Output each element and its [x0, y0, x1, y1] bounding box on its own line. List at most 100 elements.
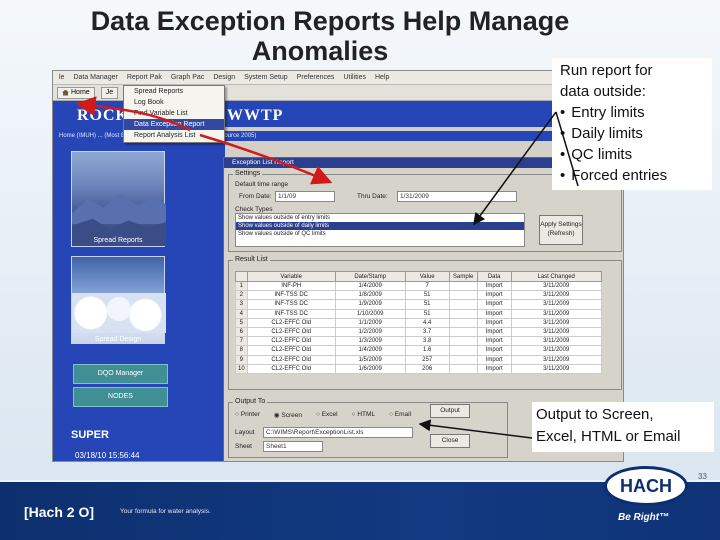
table-cell — [448, 280, 478, 292]
from-date-label: From Date: — [239, 193, 272, 200]
from-date-field[interactable]: 1/1/09 — [275, 191, 335, 202]
table-cell: 7 — [235, 336, 248, 347]
table-cell: 1/4/2009 — [334, 280, 406, 292]
table-row[interactable]: 5 CL2-EFFC Old 1/1/2009 4.4 Import 3/11/2009 — [235, 317, 602, 328]
check-types-label: Check Types — [235, 206, 273, 213]
table-cell: CL2-EFFC Old — [246, 354, 336, 365]
table-cell — [448, 290, 478, 301]
table-row[interactable]: 9 CL2-EFFC Old 1/5/2009 257 Import 3/11/2009 — [235, 354, 602, 365]
menu-item-data-manager[interactable]: Data Manager — [73, 74, 117, 81]
table-row[interactable]: 4 INF-TSS DC 1/10/2009 51 Import 3/11/2009 — [235, 308, 602, 319]
table-cell: 4.4 — [404, 317, 450, 328]
menu-item-file[interactable]: le — [59, 74, 64, 81]
menu-item-report-pak[interactable]: Report Pak — [127, 74, 162, 81]
table-cell: 1/5/2009 — [334, 354, 406, 365]
column-header[interactable]: Variable — [246, 271, 336, 282]
table-cell: 3/11/2009 — [510, 290, 602, 301]
table-cell: 206 — [404, 363, 450, 374]
menu-item-system-setup[interactable]: System Setup — [244, 74, 288, 81]
output-to-label: Output To — [233, 398, 268, 405]
table-row[interactable]: 6 CL2-EFFC Old 1/2/2009 3.7 Import 3/11/2009 — [235, 326, 602, 338]
table-cell: 3 — [235, 299, 248, 310]
spread-design-image[interactable] — [71, 256, 166, 344]
table-row[interactable]: 2 INF-TSS DC 1/8/2009 51 Import 3/11/2009 — [235, 290, 602, 301]
column-header[interactable] — [235, 271, 248, 282]
output-option-printer[interactable]: ○ Printer — [235, 411, 260, 419]
output-option-screen[interactable]: ◉ Screen — [274, 411, 302, 419]
be-right-slogan: Be Right™ — [618, 512, 670, 523]
thru-date-field[interactable]: 1/31/2009 — [397, 191, 517, 202]
menu-item-utilities[interactable]: Utilities — [343, 74, 366, 81]
table-row[interactable]: 8 CL2-EFFC Old 1/4/2009 1.6 Import 3/11/2009 — [235, 345, 602, 356]
list-item-forced-entries: Forced entries — [560, 165, 712, 186]
table-row[interactable]: 3 INF-TSS DC 1/9/2009 51 Import 3/11/2009 — [235, 299, 602, 310]
table-cell: 1/10/2009 — [334, 308, 406, 319]
menu-item-design[interactable]: Design — [213, 74, 235, 81]
table-cell: INF-TSS DC — [246, 299, 336, 310]
check-item-daily-limits[interactable]: Show values outside of daily limits — [236, 222, 524, 230]
table-cell: 3/11/2009 — [510, 308, 602, 319]
table-row[interactable]: 1 INF-PH 1/4/2009 7 Import 3/11/2009 — [235, 280, 602, 292]
output-option-html[interactable]: ○ HTML — [352, 411, 375, 419]
spread-reports-caption[interactable]: Spread Reports — [71, 237, 165, 244]
dropdown-item-find-variable-list[interactable]: Find Variable List — [124, 108, 224, 119]
table-row[interactable]: 10 CL2-EFFC Old 1/6/2009 206 Import 3/11/2009 — [235, 363, 602, 374]
column-header[interactable]: Data — [476, 271, 512, 282]
home-label: Home — [71, 89, 90, 96]
output-button[interactable]: Output — [430, 404, 470, 418]
column-header[interactable]: Last Changed — [510, 271, 602, 282]
layout-field[interactable]: C:\WIMS\Report\ExceptionList.xls — [263, 427, 413, 438]
table-cell: 3/11/2009 — [510, 336, 602, 347]
sheet-label: Sheet — [235, 443, 252, 450]
table-cell: Import — [476, 308, 512, 319]
column-header[interactable]: Value — [404, 271, 450, 282]
dropdown-item-log-book[interactable]: Log Book — [124, 97, 224, 108]
mountain-back — [72, 193, 166, 224]
menu-item-help[interactable]: Help — [375, 74, 389, 81]
table-cell: Import — [476, 345, 512, 356]
spread-design-caption[interactable]: Spread Design — [71, 336, 165, 343]
home-button[interactable]: Home — [57, 86, 95, 99]
table-cell: 3/11/2009 — [510, 354, 602, 365]
spread-reports-image[interactable] — [71, 151, 166, 247]
je-button[interactable]: Je — [100, 86, 119, 99]
table-cell: 9 — [235, 354, 248, 365]
table-cell: CL2-EFFC Old — [246, 336, 336, 347]
table-cell: Import — [476, 299, 512, 310]
table-cell: 1/8/2009 — [334, 290, 406, 301]
table-cell: Import — [476, 354, 512, 365]
dropdown-item-data-exception-report[interactable]: Data Exception Report — [124, 119, 224, 130]
table-cell: 3.7 — [404, 326, 450, 338]
column-header[interactable]: Sample — [448, 271, 478, 282]
table-cell — [448, 326, 478, 338]
table-cell: CL2-EFFC Old — [246, 363, 336, 374]
check-item-entry-limits[interactable]: Show values outside of entry limits — [236, 214, 524, 222]
current-user: SUPER — [71, 429, 109, 441]
menu-item-graph-pac[interactable]: Graph Pac — [171, 74, 204, 81]
dropdown-item-report-analysis-list[interactable]: Report Analysis List — [124, 130, 224, 141]
column-header[interactable]: Date/Stamp — [334, 271, 406, 282]
dqo-manager-button[interactable]: DQO Manager — [73, 364, 168, 384]
output-callout-line-1: Output to Screen, — [536, 406, 654, 423]
plant-name-left: ROCK — [77, 107, 129, 124]
output-option-email[interactable]: ○ Email — [389, 411, 411, 419]
result-table-header: Variable Date/Stamp Value Sample Data Last Ch… — [235, 271, 602, 282]
table-cell: 1/6/2009 — [334, 363, 406, 374]
output-option-excel[interactable]: ○ Excel — [316, 411, 338, 419]
nodes-button[interactable]: NODES — [73, 387, 168, 407]
table-cell — [448, 363, 478, 374]
check-item-qc-limits[interactable]: Show values outside of QC limits — [236, 230, 524, 238]
limit-types-list: Entry limits Daily limits QC limits Forc… — [560, 102, 712, 186]
table-cell: 3/11/2009 — [510, 363, 602, 374]
footer-tagline: Your formula for water analysis. — [120, 508, 211, 515]
menu-item-preferences[interactable]: Preferences — [297, 74, 335, 81]
table-cell: 1/1/2009 — [334, 317, 406, 328]
table-row[interactable]: 7 CL2-EFFC Old 1/3/2009 3.8 Import 3/11/2009 — [235, 336, 602, 347]
close-button[interactable]: Close — [430, 434, 470, 448]
dropdown-item-spread-reports[interactable]: Spread Reports — [124, 86, 224, 97]
table-cell: 257 — [404, 354, 450, 365]
apply-settings-button[interactable]: Apply Settings (Refresh) — [539, 215, 583, 245]
table-cell: 51 — [404, 308, 450, 319]
slide-title: Data Exception Reports Help Manage Anoma… — [0, 6, 720, 66]
sheet-field[interactable]: Sheet1 — [263, 441, 323, 452]
